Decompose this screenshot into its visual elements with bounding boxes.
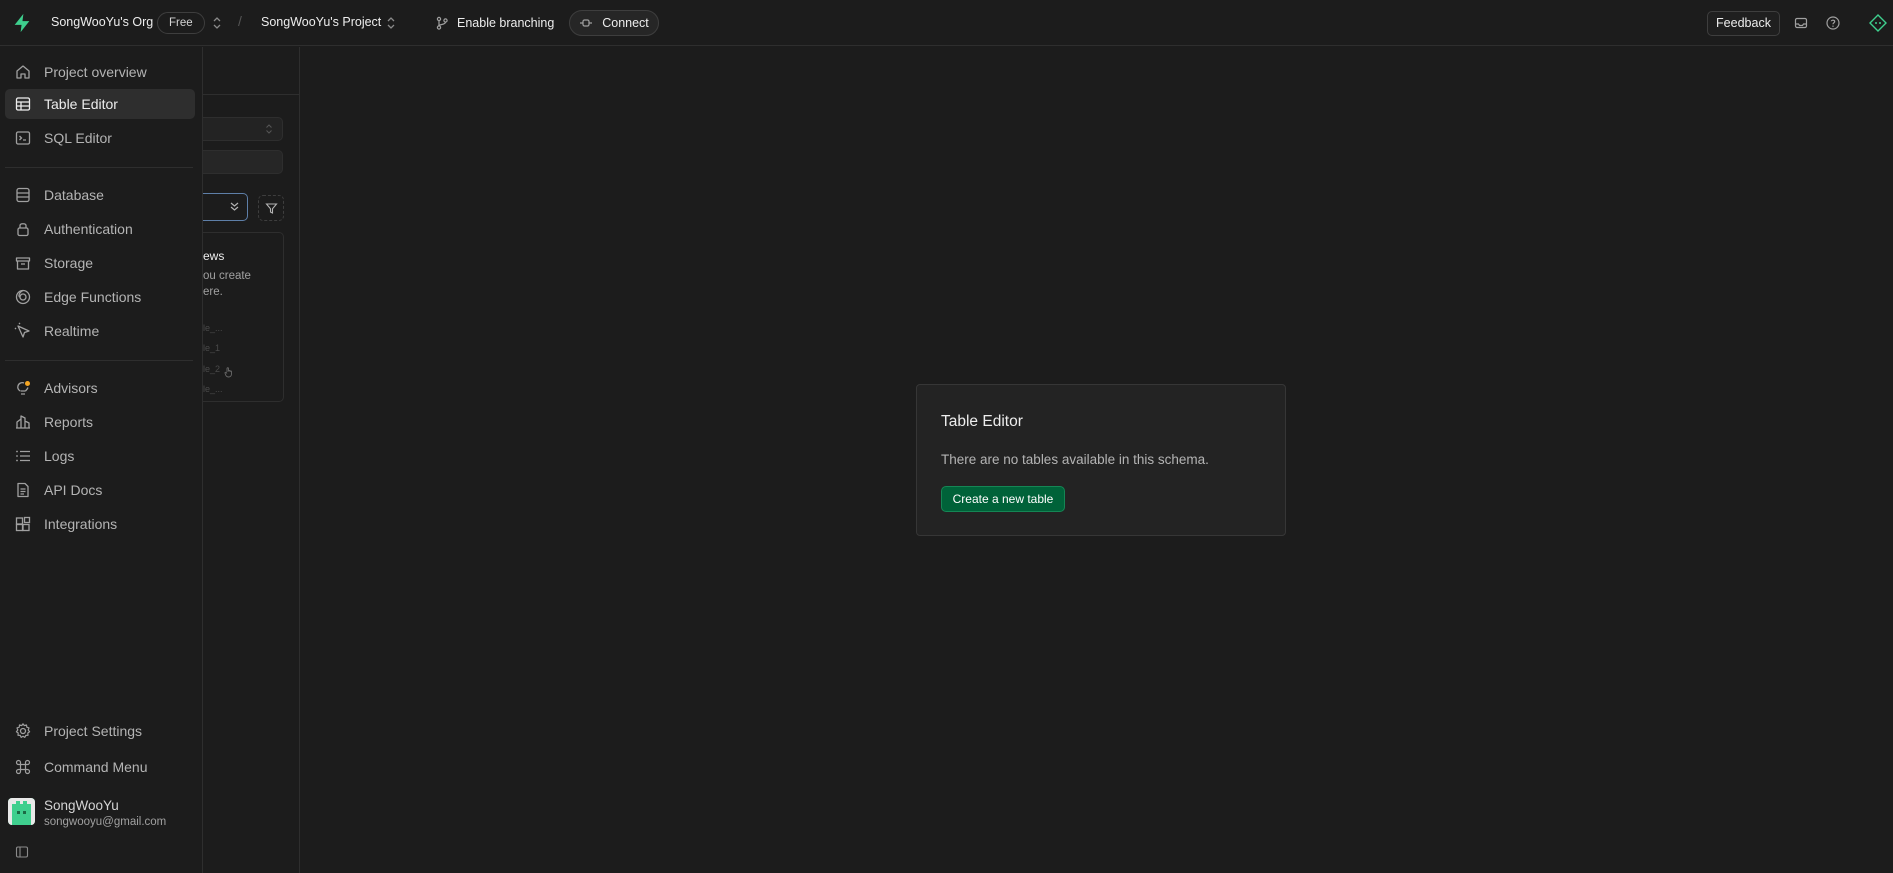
ghost-row: le_1 [203,343,221,353]
user-menu[interactable]: SongWooYu songwooyu@gmail.com [8,798,166,828]
avatar [8,798,35,825]
nav-label: Advisors [44,380,98,396]
schema-select[interactable] [203,117,283,141]
nav-label: Table Editor [44,96,118,112]
file-icon [14,481,32,499]
create-table-button[interactable]: Create a new table [941,486,1065,512]
ghost-row: le_2 [203,364,221,374]
feedback-button[interactable]: Feedback [1707,11,1780,36]
nav-item-table-editor[interactable]: Table Editor [5,89,195,119]
top-bar: SongWooYu's Org Free / SongWooYu's Proje… [0,0,1893,46]
org-switcher-chevron-icon[interactable] [211,16,223,30]
nav-item-authentication[interactable]: Authentication [5,214,195,244]
filter-icon [264,202,278,215]
nav-label: Storage [44,255,94,271]
connect-button[interactable]: Connect [569,10,659,36]
nav-label: Integrations [44,516,118,532]
chart-icon [14,413,32,431]
nav-label: Logs [44,448,75,464]
nav-label: Edge Functions [44,289,142,305]
nav-item-storage[interactable]: Storage [5,248,195,278]
nav-item-integrations[interactable]: Integrations [5,509,195,539]
nav-divider [5,360,193,361]
nav-label: Database [44,187,104,203]
lightbulb-icon [14,379,32,397]
supabase-logo-icon[interactable] [11,12,33,34]
chevrons-down-icon [229,201,240,212]
nav-item-command-menu[interactable]: Command Menu [5,752,195,782]
plug-icon [579,16,593,30]
assistant-icon[interactable] [1868,13,1888,33]
filter-button[interactable] [258,195,284,221]
nav-label: Realtime [44,323,100,339]
user-name: SongWooYu [44,798,119,813]
empty-state-card: ews ou create ere. le_... le_1 le_2 le_.… [203,232,284,402]
plan-badge: Free [157,12,205,34]
org-name[interactable]: SongWooYu's Org [51,15,153,29]
nav-label: API Docs [44,482,103,498]
nav-item-advisors[interactable]: Advisors [5,373,195,403]
enable-branching-label: Enable branching [457,16,555,30]
nav-label: Project Settings [44,723,143,739]
nav-label: Authentication [44,221,133,237]
nav-label: Project overview [44,64,147,80]
user-email: songwooyu@gmail.com [44,816,167,828]
table-icon [14,95,32,113]
nav-item-project-settings[interactable]: Project Settings [5,716,195,746]
table-search-input[interactable] [203,150,283,174]
nav-item-realtime[interactable]: Realtime [5,316,195,346]
nav-item-edge-functions[interactable]: Edge Functions [5,282,195,312]
entity-type-select[interactable] [203,193,248,221]
enable-branching-button[interactable]: Enable branching [429,10,560,36]
realtime-icon [14,322,32,340]
dialog-message: There are no tables available in this sc… [941,452,1209,467]
dialog-title: Table Editor [941,413,1023,430]
blocks-icon [14,515,32,533]
table-editor-sidebar: ews ou create ere. le_... le_1 le_2 le_.… [203,47,300,873]
nav-item-api-docs[interactable]: API Docs [5,475,195,505]
nav-label: SQL Editor [44,130,112,146]
inbox-icon[interactable] [1793,15,1809,31]
functions-icon [14,288,32,306]
archive-icon [14,254,32,272]
nav-item-database[interactable]: Database [5,180,195,210]
project-switcher-chevron-icon[interactable] [385,16,397,30]
main-sidebar: Project overview Table Editor SQL Editor… [0,47,203,873]
list-icon [14,447,32,465]
breadcrumb-separator: / [238,13,242,29]
terminal-icon [14,129,32,147]
empty-schema-dialog: Table Editor There are no tables availab… [916,384,1286,536]
schema-chevron-icon [264,123,274,135]
nav-item-project-overview[interactable]: Project overview [5,57,195,87]
lock-icon [14,220,32,238]
ghost-row: le_... [203,384,223,394]
pointer-hand-icon [223,366,235,378]
ghost-row: le_... [203,323,223,333]
nav-label: Command Menu [44,759,148,775]
git-branch-icon [435,16,449,30]
nav-label: Reports [44,414,94,430]
command-icon [14,758,32,776]
help-icon[interactable] [1825,15,1841,31]
panel-header [203,47,300,95]
empty-state-description: ou create ere. [203,270,251,298]
gear-icon [14,722,32,740]
connect-label: Connect [602,16,649,30]
project-name[interactable]: SongWooYu's Project [261,15,381,29]
nav-item-logs[interactable]: Logs [5,441,195,471]
nav-item-reports[interactable]: Reports [5,407,195,437]
empty-state-title: ews [203,249,225,263]
home-icon [14,63,32,81]
nav-item-sql-editor[interactable]: SQL Editor [5,123,195,153]
nav-divider [5,167,193,168]
collapse-sidebar-icon[interactable] [15,845,29,859]
database-icon [14,186,32,204]
